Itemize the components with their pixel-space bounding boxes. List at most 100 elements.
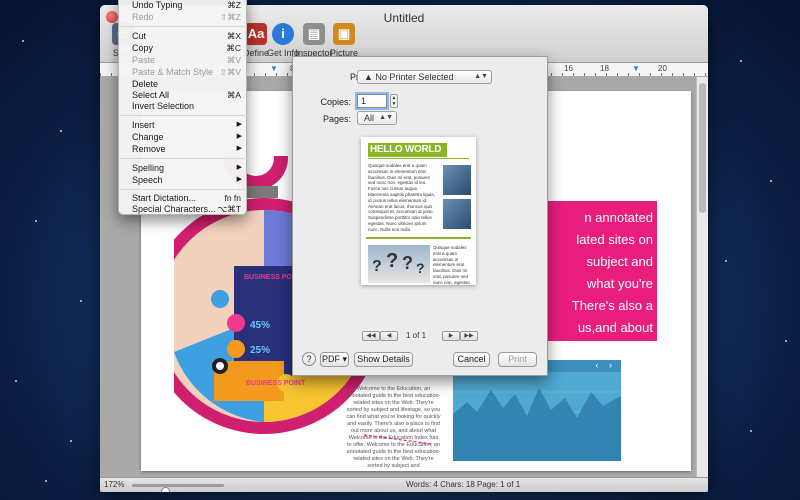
menu-item-shortcut: ⌘X [226,31,241,41]
menu-separator [120,26,247,27]
menu-item-shortcut: ⇧⌘V [219,67,241,77]
pdf-button-label: PDF [321,354,340,364]
svg-text:?: ? [372,258,382,275]
menu-item-redo[interactable]: Redo ⇧⌘Z [119,11,248,23]
menu-item-speech[interactable]: Speech ▶ [119,174,248,186]
menu-item-special-characters[interactable]: Special Characters... ⌥⌘T [119,203,248,215]
menu-item-insert[interactable]: Insert ▶ [119,119,248,131]
pdf-menu-button[interactable]: PDF ▾ [320,352,349,367]
question-marks-icon: ? ? ? ? [372,250,425,276]
svg-text:?: ? [416,260,425,276]
menu-item-label: Select All [132,90,170,100]
first-page-button[interactable]: ◀◀ [362,331,380,341]
ruler-number: 16 [564,64,573,73]
preview-rule [368,158,469,159]
copies-input[interactable]: 1 [357,94,387,108]
chevron-down-icon: ▾ [342,354,348,364]
vertical-scrollbar[interactable] [696,77,708,477]
menu-item-label: Undo Typing [132,0,183,10]
submenu-arrow-icon: ▶ [236,176,242,183]
menu-item-undo-typing[interactable]: Undo Typing ⌘Z [119,0,248,11]
menu-item-label: Cut [132,31,147,41]
chevron-updown-icon: ▲▼ [379,114,393,121]
submenu-arrow-icon: ▶ [236,121,242,128]
preview-photo-2 [443,199,471,229]
zoom-slider-knob[interactable] [161,487,170,492]
menu-separator [120,115,247,116]
menu-item-label: Insert [132,120,155,130]
document-stats: Words: 4 Chars: 18 Page: 1 of 1 [406,480,521,489]
menu-item-label: Speech [132,175,163,185]
menu-item-paste[interactable]: Paste ⌘V [119,54,248,66]
preview-heading: HELLO WORLD [368,143,447,157]
menu-item-label: Start Dictation... [132,193,197,203]
menu-item-label: Spelling [132,163,165,173]
menu-item-remove[interactable]: Remove ▶ [119,143,248,155]
cancel-button[interactable]: Cancel [453,352,490,367]
infographic-title-2: BUSINESS POINT [246,380,306,387]
infographic-percent-1: 45% [250,320,270,331]
picture-icon: ▣ [333,23,355,45]
infographic-percent-2: 25% [250,345,270,356]
menu-item-label: Special Characters... [132,204,216,214]
promo-line: subject and [586,254,654,269]
menu-item-shortcut: ⌘C [226,43,241,53]
menu-item-shortcut: ⌘V [226,55,241,65]
menu-item-label: Invert Selection [132,101,195,111]
menu-item-label: Change [132,132,164,142]
ruler-number: 18 [600,64,609,73]
promo-box: n annotated lated sites on subject and w… [547,201,657,357]
last-page-button[interactable]: ▶▶ [460,331,478,341]
submenu-arrow-icon: ▶ [236,133,242,140]
menu-item-cut[interactable]: Cut ⌘X [119,30,248,42]
vertical-scrollbar-thumb[interactable] [699,83,706,213]
copies-stepper[interactable]: ▲ ▼ [390,94,398,108]
promo-line: us,and about [577,320,653,335]
menu-separator [120,189,247,190]
promo-line: s to offer. [599,342,653,357]
decorative-dashed-line [364,434,433,445]
show-details-button[interactable]: Show Details [354,352,413,367]
menu-item-label: Copy [132,43,154,53]
zoom-level: 172% [104,480,125,489]
ruler-number: 20 [658,64,667,73]
pages-label: Pages: [322,114,351,124]
preview-photo-1 [443,165,471,195]
menu-item-label: Redo [132,12,154,22]
promo-line: n annotated [584,210,653,225]
pages-select-value: All [364,113,375,123]
print-button[interactable]: Print [498,352,537,367]
status-bar: 172% Words: 4 Chars: 18 Page: 1 of 1 [100,477,708,492]
menu-separator [120,158,247,159]
area-chart-graphic [453,388,621,461]
ruler-tab-marker[interactable]: ▼ [270,64,278,73]
page-body-text: Welcome to the Education, an annotated g… [346,386,441,469]
next-page-button[interactable]: ▶ [442,331,460,341]
preview-paragraph-1: Quisque sodales erat a quam accumsan in … [368,163,436,232]
previous-page-button[interactable]: ◀ [380,331,398,341]
help-button[interactable]: ? [302,352,316,366]
edit-menu: Undo Typing ⌘Z Redo ⇧⌘Z Cut ⌘X Copy ⌘C Paste… [118,0,247,215]
zoom-slider[interactable] [132,484,224,492]
menu-item-invert-selection[interactable]: Invert Selection [119,100,248,112]
preview-paragraph-2: Quisque sodales erat a quam accumsan in … [433,245,470,285]
promo-line: what you're [586,276,653,291]
submenu-arrow-icon: ▶ [236,164,242,171]
printer-select-value: No Printer Selected [375,72,454,82]
promo-line: There's also a [571,298,653,313]
menu-item-paste-match-style[interactable]: Paste & Match Style ⇧⌘V [119,66,248,78]
copies-label: Copies: [320,97,351,107]
printer-select[interactable]: ▲ No Printer Selected ▲▼ [357,70,492,84]
ruler-right-margin-marker[interactable]: ▼ [632,64,640,73]
menu-item-spelling[interactable]: Spelling ▶ [119,162,248,174]
preview-photo-3: ? ? ? ? [368,245,430,283]
printer-icon: ▲ [364,72,376,82]
menu-item-change[interactable]: Change ▶ [119,131,248,143]
promo-line: lated sites on [576,232,653,247]
chart-nav-arrows-icon: ‹ › [595,360,616,370]
page-counter: 1 of 1 [406,331,427,340]
menu-item-copy[interactable]: Copy ⌘C [119,42,248,54]
pages-select[interactable]: All ▲▼ [357,111,397,125]
menu-item-shortcut: ⇧⌘Z [220,12,241,22]
submenu-arrow-icon: ▶ [236,145,242,152]
